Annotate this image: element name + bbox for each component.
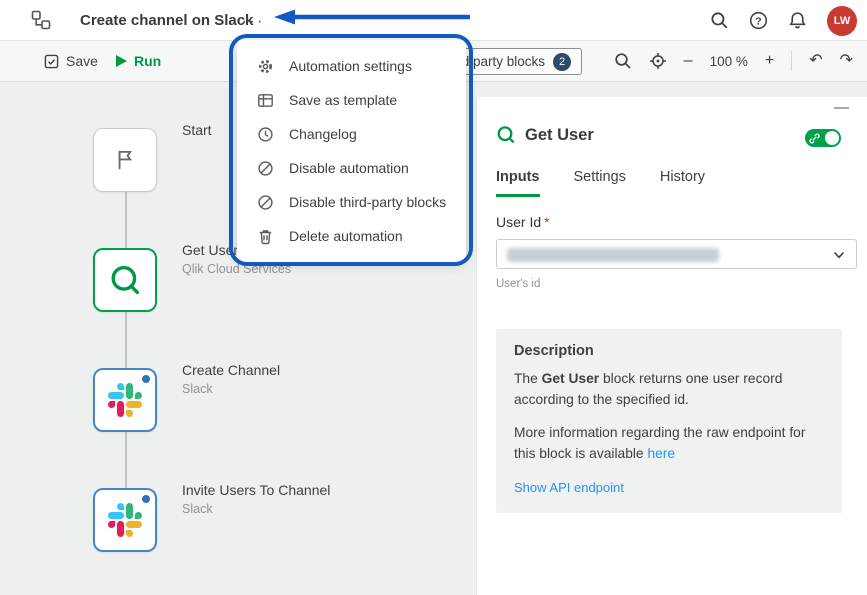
trash-icon bbox=[257, 228, 274, 245]
menu-item-changelog[interactable]: Changelog bbox=[237, 117, 466, 151]
block-enabled-toggle[interactable] bbox=[805, 129, 841, 147]
menu-item-disable-automation[interactable]: Disable automation bbox=[237, 151, 466, 185]
zoom-out-button[interactable]: – bbox=[684, 53, 693, 69]
block-subtitle: Slack bbox=[182, 502, 213, 516]
zoom-in-button[interactable]: + bbox=[765, 53, 774, 69]
menu-item-save-as-template[interactable]: Save as template bbox=[237, 83, 466, 117]
run-button[interactable]: Run bbox=[116, 41, 161, 81]
divider bbox=[791, 51, 792, 71]
panel-title: Get User bbox=[525, 126, 594, 145]
block-create-channel[interactable] bbox=[93, 368, 157, 432]
required-asterisk: * bbox=[544, 214, 549, 230]
chevron-down-icon bbox=[833, 251, 845, 259]
block-start[interactable] bbox=[93, 128, 157, 192]
avatar[interactable]: LW bbox=[827, 6, 857, 36]
user-id-help-text: User's id bbox=[496, 278, 540, 290]
run-label: Run bbox=[134, 53, 161, 69]
redo-icon[interactable]: ↷ bbox=[840, 53, 853, 69]
slack-icon bbox=[108, 383, 142, 417]
tab-history[interactable]: History bbox=[660, 169, 705, 197]
automation-options-menu: Automation settings Save as template Cha… bbox=[237, 40, 466, 262]
gear-icon bbox=[257, 58, 274, 75]
description-heading: Description bbox=[514, 343, 824, 359]
user-id-label: User Id* bbox=[496, 214, 550, 230]
play-icon bbox=[116, 55, 127, 67]
block-label: Start bbox=[182, 122, 212, 138]
menu-item-delete-automation[interactable]: Delete automation bbox=[237, 219, 466, 253]
save-button[interactable]: Save bbox=[44, 41, 98, 81]
tab-inputs[interactable]: Inputs bbox=[496, 169, 540, 197]
third-party-dot bbox=[142, 375, 150, 383]
redacted-value bbox=[507, 248, 719, 262]
block-subtitle: Qlik Cloud Services bbox=[182, 262, 291, 276]
block-label: Invite Users To Channel bbox=[182, 482, 330, 498]
tab-settings[interactable]: Settings bbox=[574, 169, 626, 197]
menu-item-disable-third-party-blocks[interactable]: Disable third-party blocks bbox=[237, 185, 466, 219]
block-subtitle: Slack bbox=[182, 382, 213, 396]
flag-icon bbox=[112, 147, 138, 173]
link-icon bbox=[809, 133, 820, 144]
search-icon[interactable] bbox=[710, 11, 729, 30]
save-label: Save bbox=[66, 53, 98, 69]
show-api-endpoint-link[interactable]: Show API endpoint bbox=[514, 480, 624, 495]
block-get-user[interactable] bbox=[93, 248, 157, 312]
canvas-search-icon[interactable] bbox=[614, 52, 632, 70]
block-connector-line bbox=[125, 192, 127, 488]
third-party-count-badge: 2 bbox=[553, 53, 571, 71]
user-id-select[interactable] bbox=[496, 239, 857, 269]
description-paragraph: More information regarding the raw endpo… bbox=[514, 423, 824, 464]
automation-icon bbox=[30, 9, 52, 31]
svg-text:?: ? bbox=[755, 15, 761, 27]
center-view-icon[interactable] bbox=[649, 52, 667, 70]
template-icon bbox=[257, 92, 274, 109]
notifications-bell-icon[interactable] bbox=[788, 11, 807, 30]
page-title: Create channel on Slack bbox=[80, 0, 253, 41]
third-party-dot bbox=[142, 495, 150, 503]
qlik-q-icon bbox=[496, 125, 516, 145]
description-card: Description The Get User block returns o… bbox=[496, 329, 842, 513]
block-label: Get User bbox=[182, 242, 238, 258]
block-label: Create Channel bbox=[182, 362, 280, 378]
help-icon[interactable]: ? bbox=[749, 11, 768, 30]
description-paragraph: The Get User block returns one user reco… bbox=[514, 369, 824, 410]
qlik-q-icon bbox=[107, 262, 143, 298]
collapse-panel-button[interactable]: — bbox=[834, 99, 849, 116]
here-link[interactable]: here bbox=[647, 446, 675, 461]
block-config-panel: — Get User Inputs Settings History User … bbox=[476, 97, 867, 595]
menu-item-automation-settings[interactable]: Automation settings bbox=[237, 49, 466, 83]
topbar: Create channel on Slack ··· ? LW bbox=[0, 0, 867, 41]
undo-icon[interactable]: ↶ bbox=[809, 53, 822, 69]
disable-icon bbox=[257, 160, 274, 177]
disable-icon bbox=[257, 194, 274, 211]
save-icon bbox=[44, 54, 59, 69]
slack-icon bbox=[108, 503, 142, 537]
more-options-button[interactable]: ··· bbox=[238, 8, 268, 33]
panel-tabs: Inputs Settings History bbox=[496, 169, 705, 197]
block-invite-users[interactable] bbox=[93, 488, 157, 552]
zoom-level: 100 % bbox=[710, 54, 748, 69]
toggle-knob bbox=[825, 131, 839, 145]
history-clock-icon bbox=[257, 126, 274, 143]
